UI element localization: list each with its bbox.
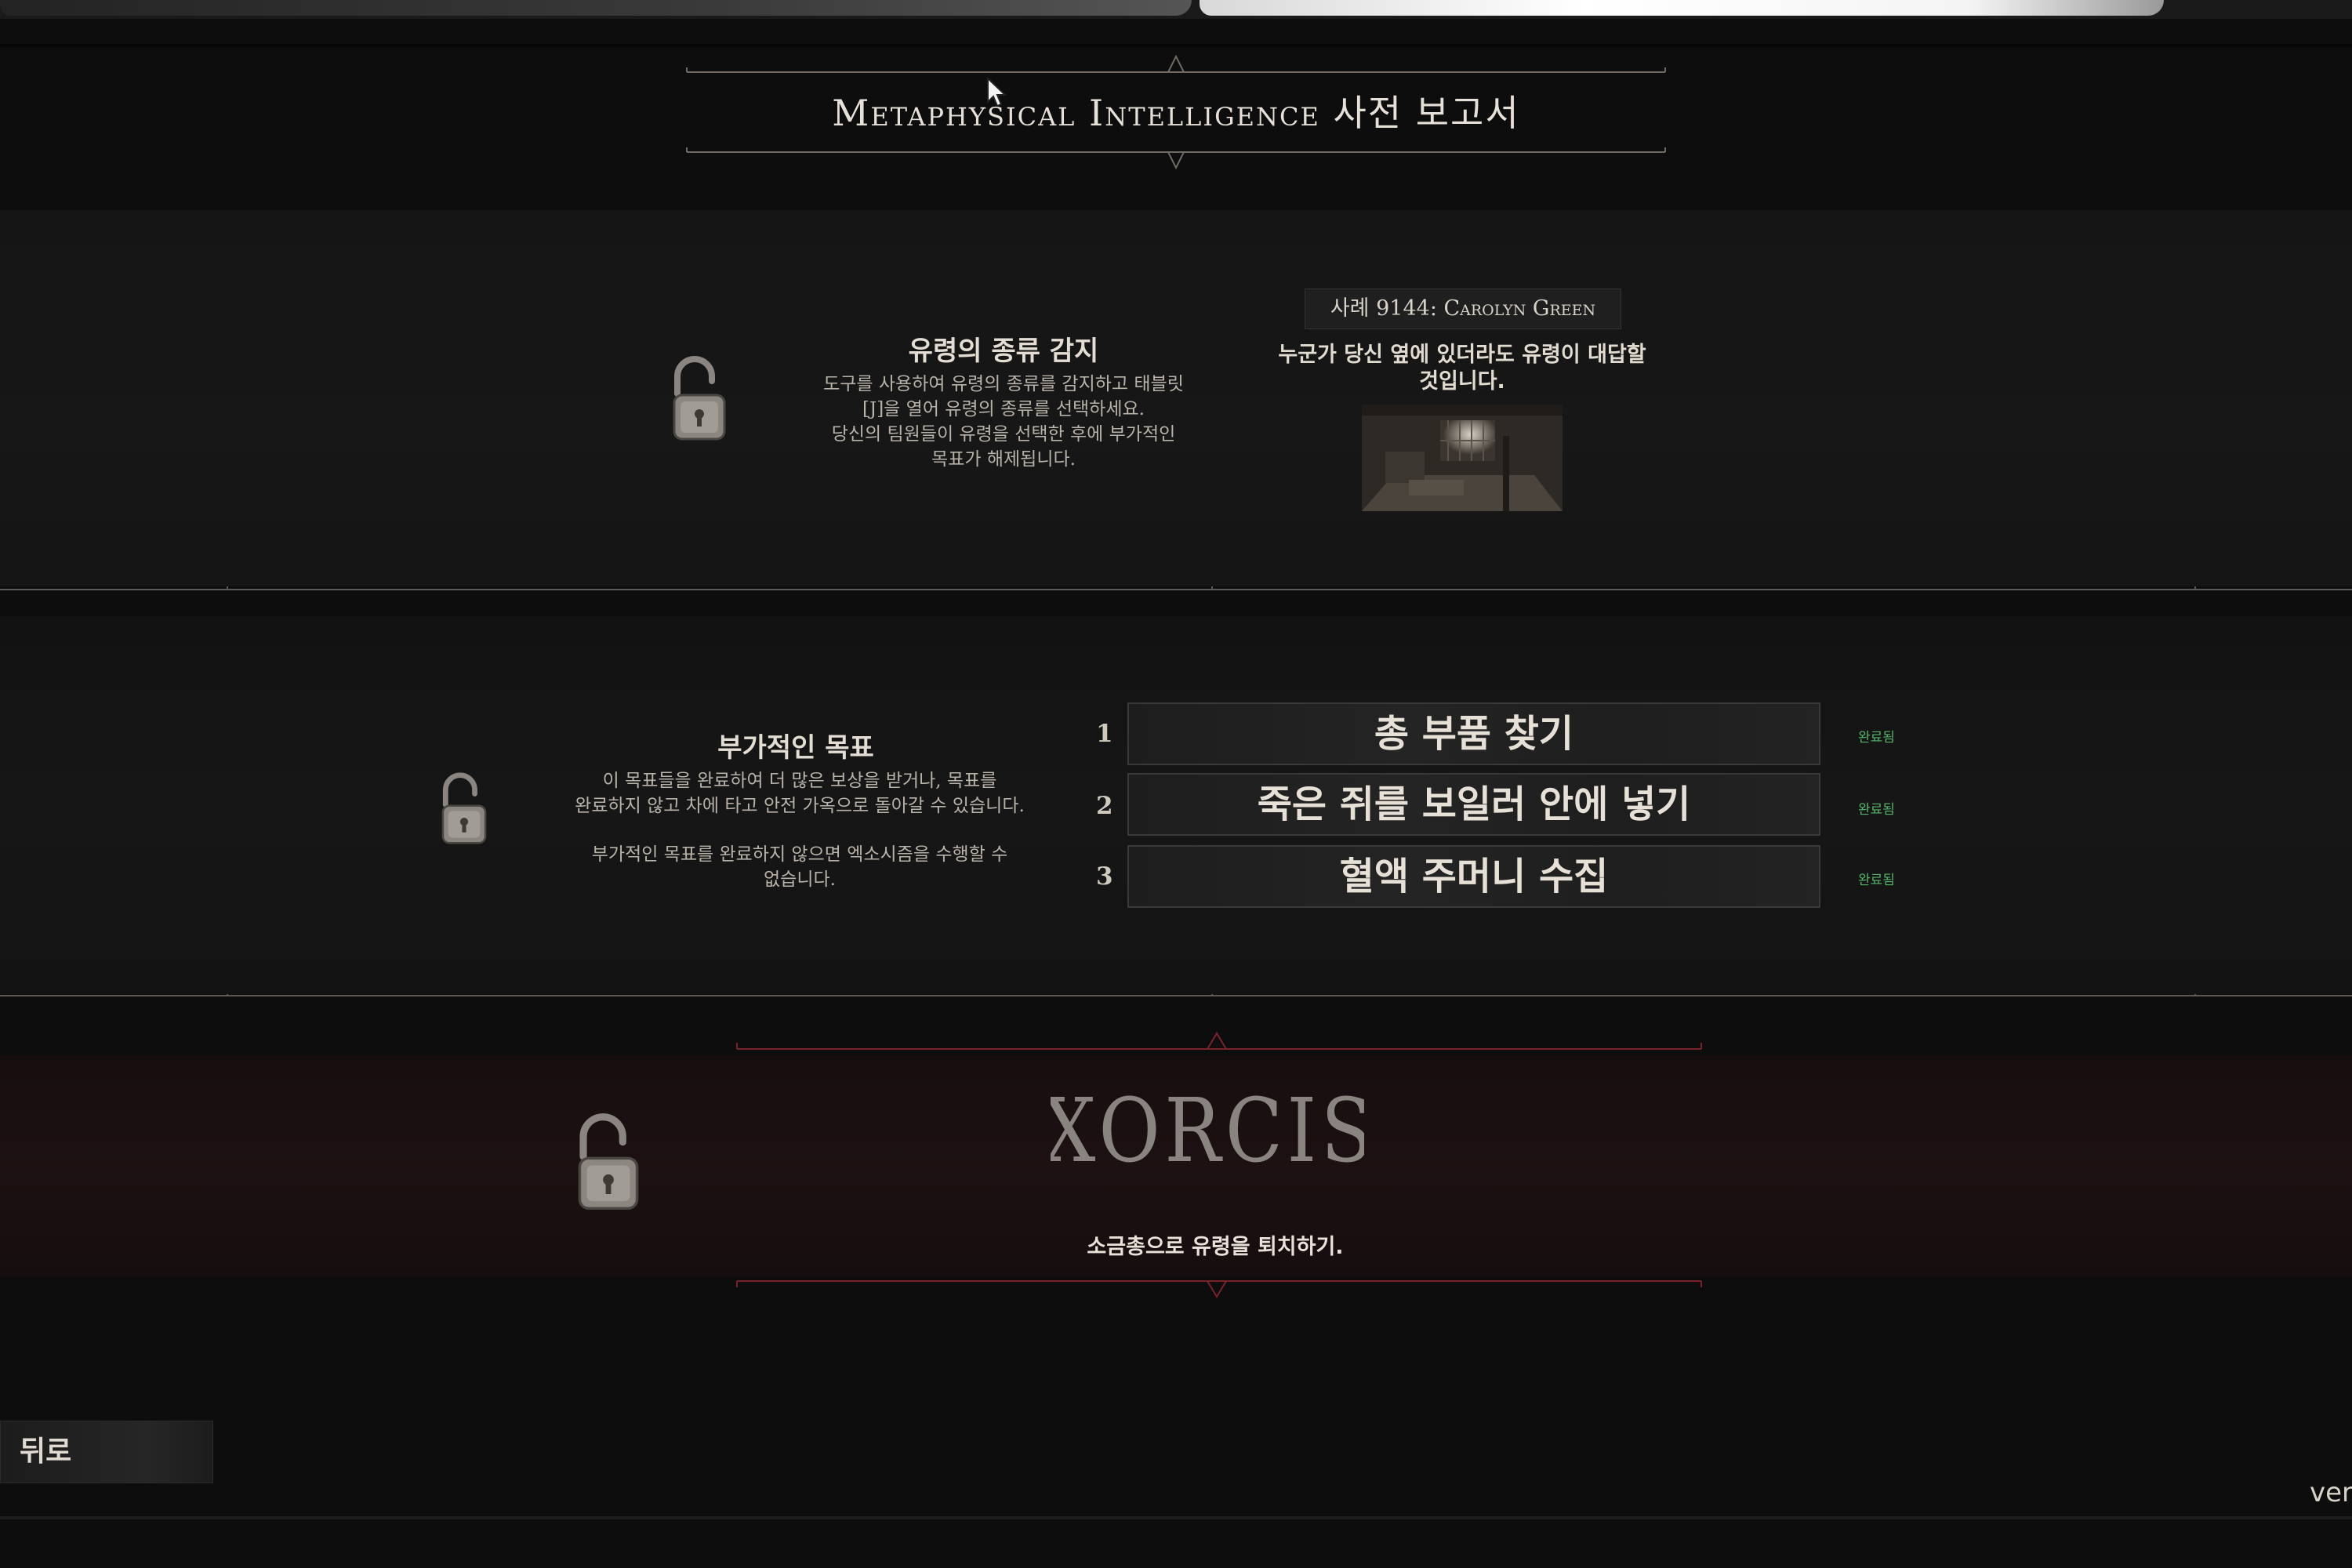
version-label: vers xyxy=(2310,1477,2352,1508)
objective-status: 완료됨 xyxy=(1858,802,1895,818)
objective-row-dead-rat-boiler: 죽은 쥐를 보일러 안에 넣기 xyxy=(1127,773,1820,836)
objective-row-collect-blood-bag: 혈액 주머니 수집 xyxy=(1127,845,1820,908)
objective-number: 3 xyxy=(1096,862,1113,891)
objective-row-find-gun-parts: 총 부품 찾기 xyxy=(1127,702,1820,765)
exorcist-description: 소금총으로 유령을 퇴치하기. xyxy=(1087,1235,1344,1259)
case-label: 사례 9144: Carolyn Green xyxy=(1305,289,1621,329)
bottom-divider xyxy=(0,1516,2352,1519)
unlocked-padlock-icon xyxy=(441,772,487,844)
ghost-type-title: 유령의 종류 감지 xyxy=(908,336,1099,367)
svg-text:EXORCIST: EXORCIST xyxy=(1051,1079,1364,1181)
ghost-type-description: 도구를 사용하여 유령의 종류를 감지하고 태블릿 [J]을 열어 유령의 종류… xyxy=(823,374,1184,470)
optional-objectives-description: 이 목표들을 완료하여 더 많은 보상을 받거나, 목표를 완료하지 않고 차에… xyxy=(575,771,1025,890)
report-title: Metaphysical Intelligence 사전 보고서 xyxy=(832,92,1520,134)
back-button[interactable]: 뒤로 xyxy=(0,1421,213,1483)
optional-objectives-title: 부가적인 목표 xyxy=(717,732,874,764)
exorcist-logo: EXORCIST xyxy=(1051,1079,1364,1181)
objective-status: 완료됨 xyxy=(1858,873,1895,888)
unlocked-padlock-icon xyxy=(578,1113,639,1210)
objective-number: 2 xyxy=(1096,792,1113,820)
mouse-cursor-icon xyxy=(987,77,1007,107)
unlocked-padlock-icon xyxy=(673,356,726,441)
objective-number: 1 xyxy=(1096,720,1113,748)
case-photo xyxy=(1362,405,1563,511)
case-hint: 누군가 당신 옆에 있더라도 유령이 대답할 것입니다. xyxy=(1278,343,1646,394)
objective-status: 완료됨 xyxy=(1858,730,1895,746)
